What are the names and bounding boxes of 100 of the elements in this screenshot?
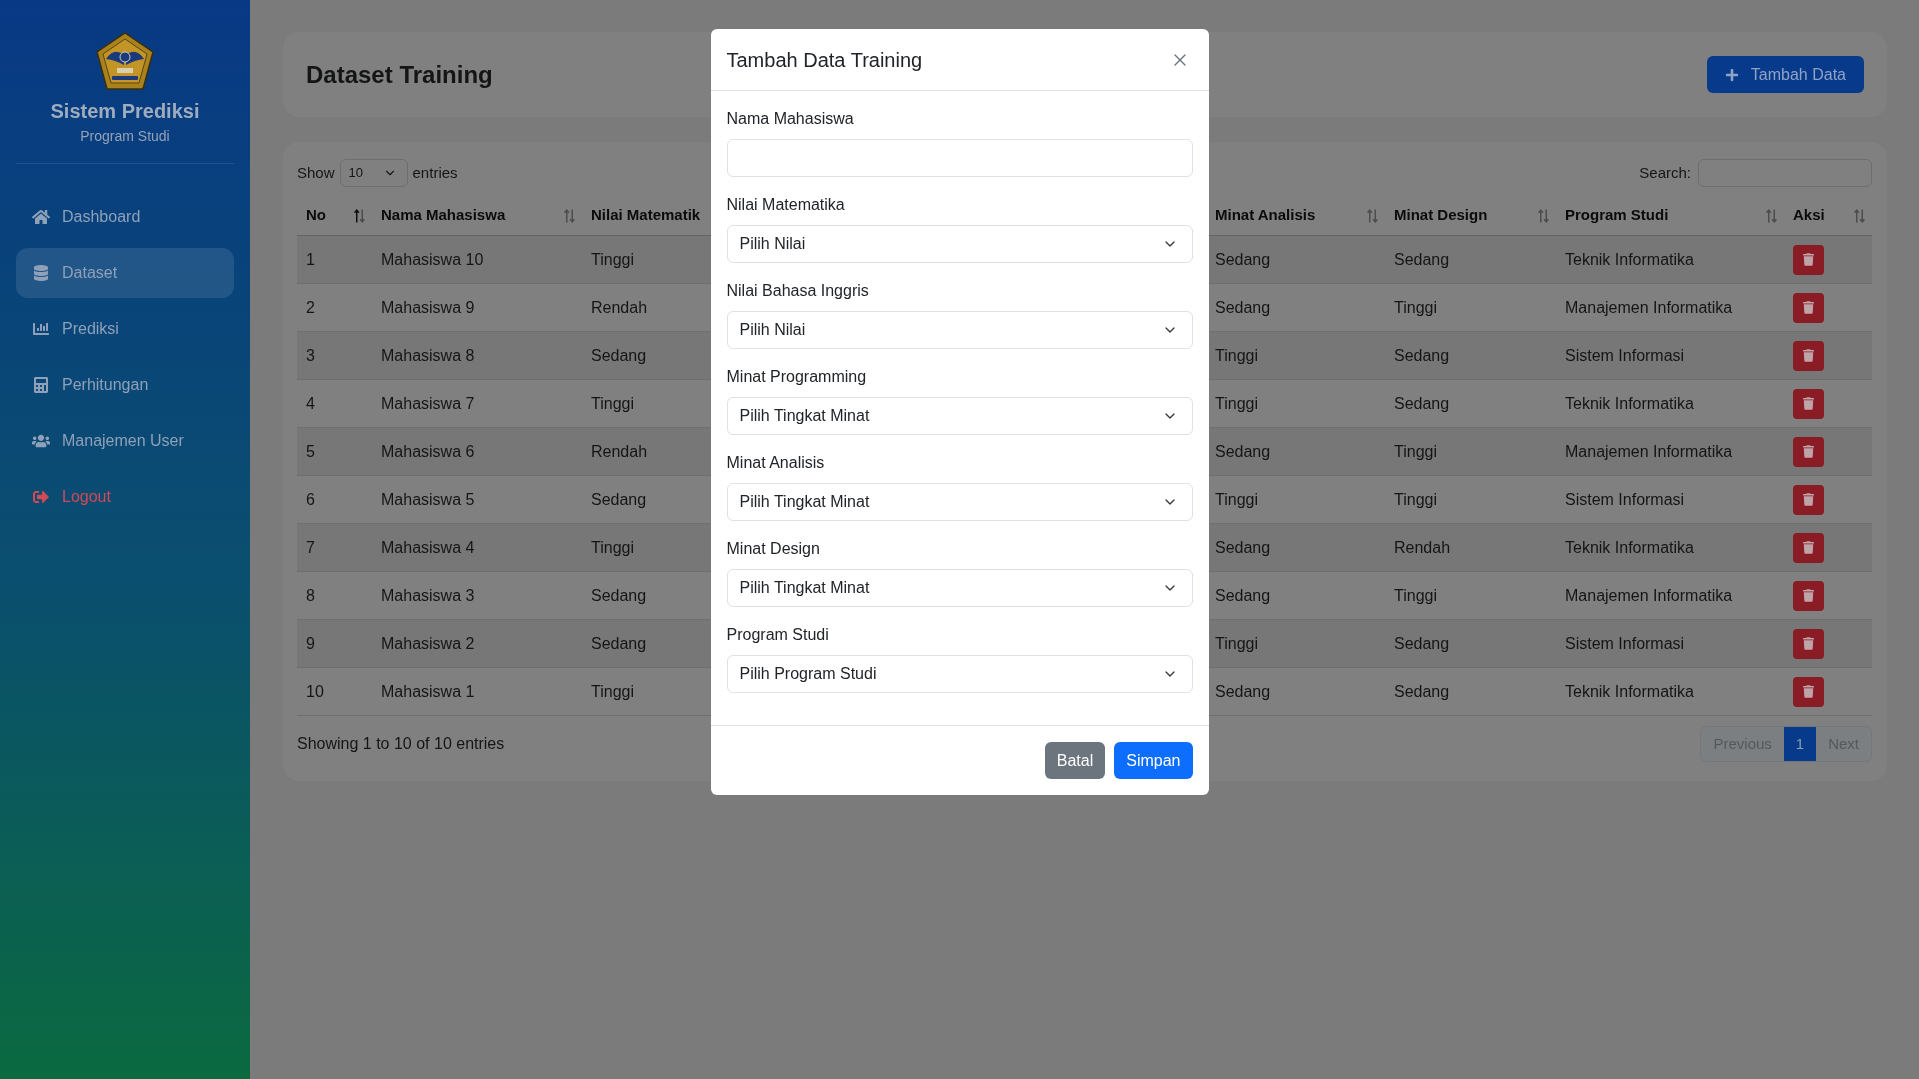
select-field[interactable]: Pilih Tingkat Minat (726, 397, 1193, 435)
table-cell-text: Rendah (591, 297, 648, 318)
table-cell-text: Sedang (1394, 393, 1450, 414)
logout-icon (32, 489, 50, 505)
delete-button[interactable] (1793, 388, 1824, 419)
table-cell-text: Sedang (1215, 249, 1271, 270)
field-label: Minat Analisis (726, 453, 826, 473)
field-label: Nilai Bahasa Inggris (726, 281, 870, 301)
sort-icon[interactable] (1367, 208, 1378, 223)
table-cell-text: Mahasiswa 2 (381, 633, 475, 654)
table-cell-text: Manajemen Informatika (1565, 297, 1733, 318)
delete-button[interactable] (1793, 436, 1824, 467)
trash-icon (1803, 301, 1814, 314)
table-info: Showing 1 to 10 of 10 entries (297, 734, 505, 754)
trash-icon (1803, 541, 1814, 554)
trash-icon (1803, 589, 1814, 602)
delete-button[interactable] (1793, 484, 1824, 515)
nav-item[interactable]: Prediksi (16, 304, 234, 354)
add-data-button[interactable]: Tambah Data (1706, 56, 1864, 93)
table-cell-text: 6 (306, 489, 315, 510)
delete-button[interactable] (1793, 244, 1824, 275)
bar-chart-icon (32, 321, 50, 337)
table-cell-text: Tinggi (1215, 633, 1258, 654)
trash-icon (1803, 445, 1814, 458)
select-field[interactable]: Pilih Program Studi (726, 655, 1193, 693)
table-cell-text: Teknik Informatika (1565, 249, 1694, 270)
select-field[interactable]: Pilih Nilai (726, 311, 1193, 349)
table-cell-text: Teknik Informatika (1565, 393, 1694, 414)
column-header[interactable]: Minat Design (1394, 204, 1488, 227)
column-header[interactable]: Program Studi (1565, 204, 1669, 227)
trash-icon (1803, 253, 1814, 266)
delete-button[interactable] (1793, 580, 1824, 611)
delete-button[interactable] (1793, 340, 1824, 371)
table-cell-text: Tinggi (591, 393, 634, 414)
table-cell-text: Tinggi (591, 537, 634, 558)
select-field[interactable]: Pilih Tingkat Minat (726, 569, 1193, 607)
column-header[interactable]: Nilai Matematik (591, 204, 701, 227)
save-button[interactable]: Simpan (1114, 742, 1193, 779)
select-field[interactable]: Pilih Nilai (726, 225, 1193, 263)
column-header[interactable]: Minat Analisis (1215, 204, 1316, 227)
select-field[interactable]: Pilih Tingkat Minat (726, 483, 1193, 521)
column-header[interactable]: Aksi (1793, 204, 1825, 227)
sort-icon[interactable] (1766, 208, 1777, 223)
table-cell-text: Sedang (591, 345, 647, 366)
nav-item[interactable]: Dataset (16, 248, 234, 298)
entries-label: entries (412, 162, 458, 183)
column-header[interactable]: No (306, 204, 326, 227)
table-cell-text: Manajemen Informatika (1565, 441, 1733, 462)
field-label: Nilai Matematika (726, 195, 846, 215)
trash-icon (1803, 637, 1814, 650)
page-title: Dataset Training (306, 59, 493, 90)
table-cell-text: Tinggi (591, 249, 634, 270)
table-cell-text: Tinggi (1394, 441, 1437, 462)
table-cell-text: Sistem Informasi (1565, 633, 1685, 654)
sort-icon[interactable] (564, 208, 575, 223)
trash-icon (1803, 493, 1814, 506)
table-cell-text: 3 (306, 345, 315, 366)
delete-button[interactable] (1793, 676, 1824, 707)
table-cell-text: Sistem Informasi (1565, 345, 1685, 366)
page-button[interactable]: 1 (1783, 727, 1817, 761)
nav-item[interactable]: Perhitungan (16, 360, 234, 410)
table-cell-text: Sedang (1394, 681, 1450, 702)
table-cell-text: 4 (306, 393, 315, 414)
input-field[interactable] (726, 139, 1193, 177)
page-size-select[interactable]: 10 (339, 159, 408, 187)
sort-icon[interactable] (1538, 208, 1549, 223)
table-cell-text: Mahasiswa 3 (381, 585, 475, 606)
trash-icon (1803, 685, 1814, 698)
nav-item[interactable]: Manajemen User (16, 416, 234, 466)
delete-button[interactable] (1793, 628, 1824, 659)
delete-button[interactable] (1793, 532, 1824, 563)
field-label: Program Studi (726, 625, 830, 645)
table-cell-text: 9 (306, 633, 315, 654)
table-cell-text: Sedang (591, 489, 647, 510)
sort-icon[interactable] (354, 208, 365, 223)
table-cell-text: Manajemen Informatika (1565, 585, 1733, 606)
app-subtitle: Program Studi (80, 127, 170, 146)
column-header[interactable]: Nama Mahasiswa (381, 204, 506, 227)
table-cell-text: 5 (306, 441, 315, 462)
trash-icon (1803, 397, 1814, 410)
cancel-button[interactable]: Batal (1044, 742, 1106, 779)
field-label: Minat Design (726, 539, 821, 559)
table-cell-text: Tinggi (591, 681, 634, 702)
table-cell-text: Mahasiswa 1 (381, 681, 475, 702)
table-cell-text: Mahasiswa 7 (381, 393, 475, 414)
sort-icon[interactable] (1854, 208, 1865, 223)
delete-button[interactable] (1793, 292, 1824, 323)
table-cell-text: Tinggi (1394, 489, 1437, 510)
table-cell-text: Tinggi (1394, 297, 1437, 318)
table-cell-text: Sedang (591, 633, 647, 654)
nav-item[interactable]: Dashboard (16, 192, 234, 242)
table-cell-text: Mahasiswa 6 (381, 441, 475, 462)
calculator-icon (32, 377, 50, 393)
table-cell-text: Teknik Informatika (1565, 537, 1694, 558)
users-icon (32, 433, 50, 449)
table-cell-text: 1 (306, 249, 315, 270)
table-cell-text: Sedang (1215, 585, 1271, 606)
table-cell-text: Mahasiswa 8 (381, 345, 475, 366)
table-cell-text: Mahasiswa 4 (381, 537, 475, 558)
field-label: Minat Programming (726, 367, 868, 387)
